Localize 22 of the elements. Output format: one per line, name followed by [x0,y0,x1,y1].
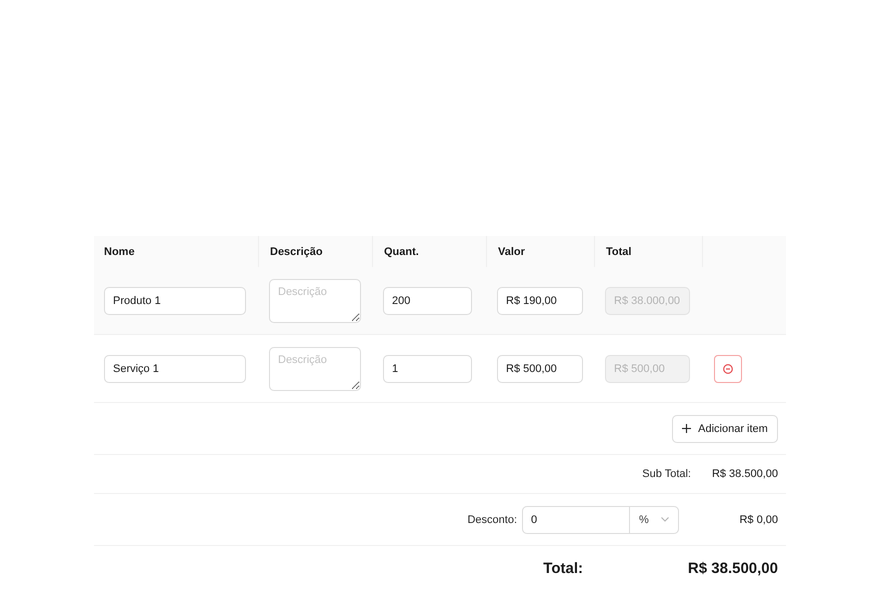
remove-button[interactable] [714,354,742,382]
total-value: R$ 38.500,00 [686,560,778,576]
name-input[interactable]: Serviço 1 [104,354,246,382]
name-input[interactable]: Produto 1 [104,286,246,314]
column-header: Nome [103,244,136,260]
price-input[interactable]: R$ 190,00 [497,286,583,314]
subtotal-value: R$ 38.500,00 [710,468,778,480]
quantity-input[interactable]: 1 [383,354,472,382]
chevron-down-icon [661,517,669,522]
quantity-input[interactable]: 200 [383,286,472,314]
price-input[interactable]: R$ 500,00 [497,354,583,382]
total-label: Total: [543,560,583,576]
plus-icon [682,424,692,433]
description-field[interactable]: Descrição [269,346,361,390]
discount-amount: R$ 0,00 [738,514,778,526]
minus-circle-icon [723,364,733,374]
discount-label: Desconto: [467,514,517,526]
add-item-button[interactable]: Adicionar item [672,414,778,442]
subtotal-label: Sub Total: [642,468,691,480]
unit-select[interactable]: % [630,506,679,534]
discount-input[interactable]: 0 [522,506,630,534]
description-field[interactable]: Descrição [269,278,361,322]
